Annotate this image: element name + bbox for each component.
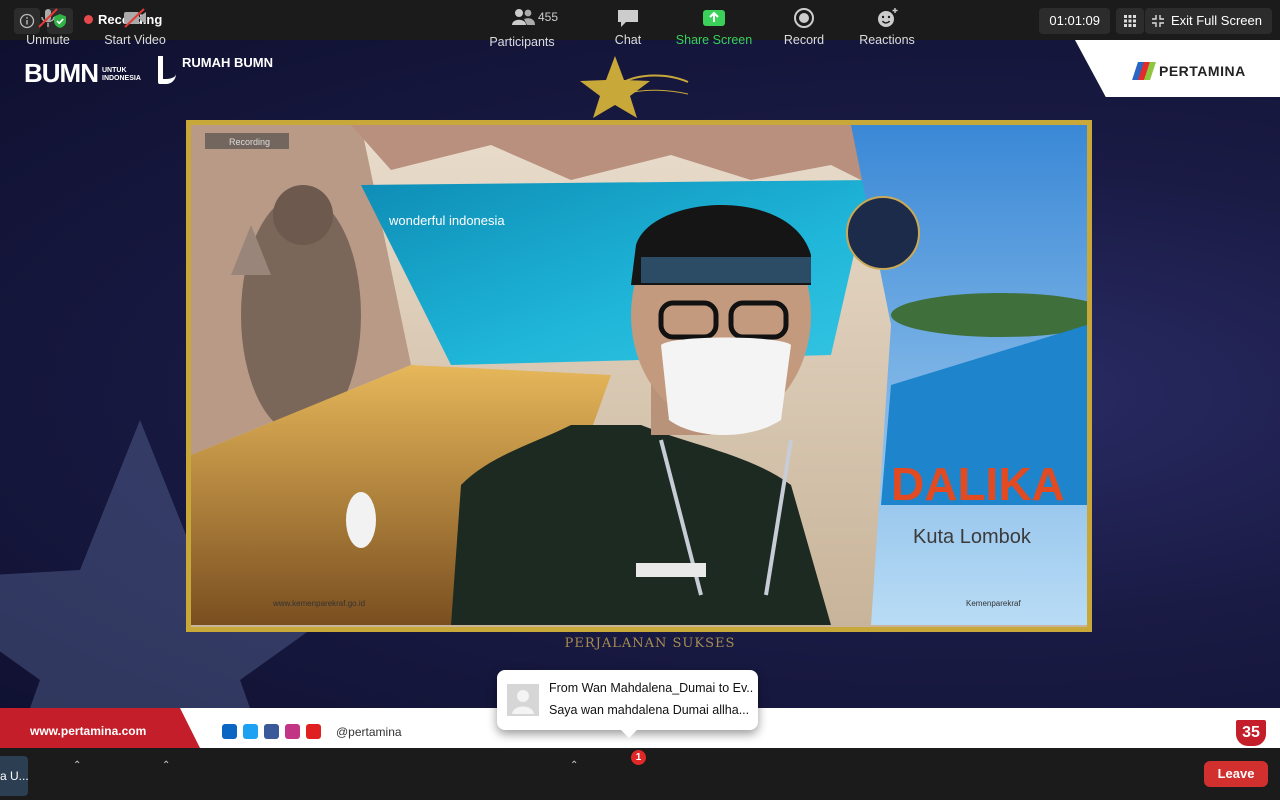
exit-full-screen-button[interactable]: Exit Full Screen: [1144, 8, 1272, 34]
leave-button[interactable]: Leave: [1204, 761, 1268, 787]
linkedin-icon: [222, 724, 237, 739]
video-stage: BUMN UNTUK INDONESIA RUMAH BUMN PERTAMINA: [0, 40, 1280, 748]
social-handle: @pertamina: [336, 725, 402, 739]
bumn-logo-text: BUMN: [24, 58, 99, 88]
pertamina-logo: PERTAMINA: [1132, 62, 1246, 80]
video-handle-text: Kemenparekraf: [966, 599, 1021, 608]
avatar: [507, 684, 539, 716]
chat-bubble-icon: [618, 10, 638, 27]
video-overlay-recording: Recording: [229, 137, 270, 147]
pertamina-mark-icon: [1132, 62, 1156, 80]
social-icons: [222, 724, 321, 739]
bumn-logo: BUMN UNTUK INDONESIA: [24, 58, 142, 89]
chat-notification-toast[interactable]: From Wan Mahdalena_Dumai to Ev... Saya w…: [497, 670, 758, 738]
reactions-smiley-icon: [878, 8, 898, 27]
participants-button[interactable]: 455 Participants: [484, 0, 560, 52]
reactions-button[interactable]: Reactions: [854, 0, 920, 52]
exit-full-screen-icon: [1151, 15, 1164, 27]
rumah-bumn-logo: RUMAH BUMN: [158, 56, 273, 84]
instagram-icon: [285, 724, 300, 739]
participants-options-chevron-icon[interactable]: ⌃: [570, 760, 578, 771]
record-button[interactable]: Record: [778, 0, 830, 52]
share-screen-label: Share Screen: [675, 33, 753, 47]
pertamina-website: www.pertamina.com: [30, 724, 147, 738]
speaker-video-feed: DALIKA Kuta Lombok wonderful indonesia R…: [191, 125, 1087, 627]
share-screen-button[interactable]: Share Screen: [672, 0, 756, 52]
gallery-view-button[interactable]: [1116, 8, 1144, 34]
participants-label: Participants: [489, 35, 555, 49]
chat-toast-sender: From Wan Mahdalena_Dumai to Ev...: [549, 681, 753, 695]
participants-count: 455: [538, 10, 559, 24]
self-name-pill[interactable]: a U...: [0, 756, 28, 796]
facebook-icon: [264, 724, 279, 739]
youtube-icon: [306, 724, 321, 739]
kuta-lombok-text: Kuta Lombok: [913, 526, 1032, 548]
wonderful-indonesia-text: wonderful indonesia: [388, 213, 505, 228]
recording-dot-icon: [84, 15, 93, 24]
pertamina-logo-text: PERTAMINA: [1159, 63, 1246, 79]
anniversary-badge: 35: [1236, 720, 1266, 746]
start-video-button[interactable]: Start Video: [100, 0, 170, 52]
twitter-icon: [243, 724, 258, 739]
chat-toast-message: Saya wan mahdalena Dumai allha...: [549, 703, 750, 717]
chat-button[interactable]: Chat: [604, 0, 652, 52]
unmute-label: Unmute: [26, 33, 70, 47]
participants-icon: [510, 6, 536, 31]
share-screen-icon: [703, 10, 725, 26]
event-star-logo: [580, 56, 689, 118]
meeting-timer: 01:01:09: [1039, 8, 1110, 34]
muted-microphone-icon: [38, 8, 58, 28]
exit-full-screen-label: Exit Full Screen: [1170, 13, 1262, 28]
video-options-chevron-icon[interactable]: ⌃: [162, 760, 170, 771]
mandalika-text: DALIKA: [891, 458, 1065, 510]
video-website-text: www.kemenparekraf.go.id: [272, 599, 365, 608]
start-video-label: Start Video: [104, 33, 166, 47]
speaker-video-frame[interactable]: DALIKA Kuta Lombok wonderful indonesia R…: [186, 120, 1092, 632]
bumn-logo-subtext: UNTUK INDONESIA: [102, 67, 141, 83]
chat-unread-badge: 1: [631, 750, 646, 765]
chat-label: Chat: [614, 33, 642, 47]
record-label: Record: [783, 33, 825, 47]
record-icon: [794, 8, 814, 28]
unmute-button[interactable]: Unmute: [22, 0, 74, 52]
reactions-label: Reactions: [859, 33, 915, 47]
audio-options-chevron-icon[interactable]: ⌃: [73, 760, 81, 771]
video-off-icon: [124, 8, 146, 28]
event-subtitle: PERJALANAN SUKSES: [564, 636, 736, 651]
